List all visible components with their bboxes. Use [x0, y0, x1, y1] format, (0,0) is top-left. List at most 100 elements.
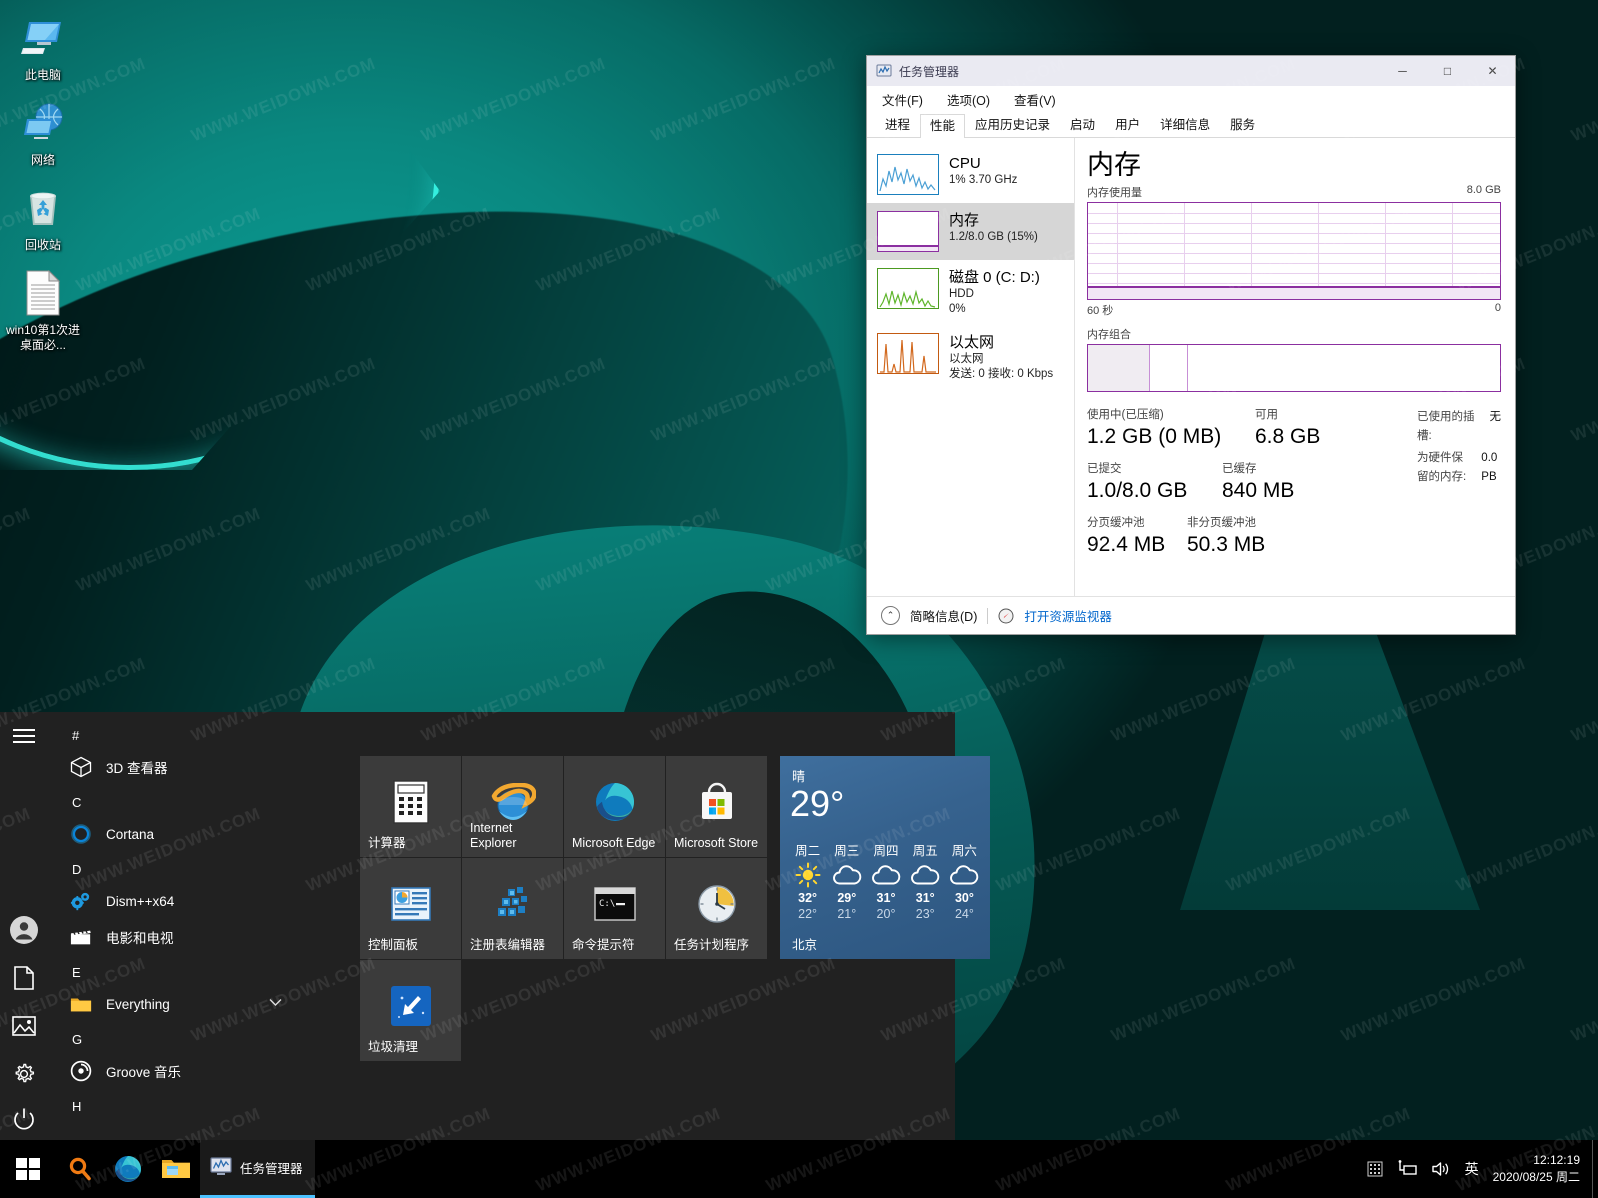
power-icon[interactable]	[0, 1098, 48, 1140]
control-panel-icon	[390, 880, 431, 928]
tile-label: 计算器	[368, 836, 406, 850]
tile-calculator[interactable]: 计算器	[360, 756, 461, 857]
taskbar-clock[interactable]: 12:12:19 2020/08/25 周二	[1485, 1152, 1592, 1186]
sidebar-item-label: 磁盘 0 (C: D:)	[949, 269, 1040, 286]
chevron-down-icon[interactable]	[269, 998, 282, 1010]
start-menu[interactable]: # 3D 查看器 C Cortana D Dism++x64 电影和电视 E E…	[0, 712, 990, 1140]
edge-icon[interactable]	[104, 1140, 152, 1198]
tab-users[interactable]: 用户	[1105, 113, 1150, 137]
user-avatar-icon[interactable]	[0, 906, 48, 954]
desktop-icon-recycle-bin[interactable]: 回收站	[0, 176, 86, 261]
tile-internet-explorer[interactable]: Internet Explorer	[462, 756, 563, 857]
sidebar-item-cpu[interactable]: CPU 1% 3.70 GHz	[867, 146, 1074, 203]
start-menu-app-list[interactable]: # 3D 查看器 C Cortana D Dism++x64 电影和电视 E E…	[48, 712, 298, 1140]
tile-registry-editor[interactable]: 注册表编辑器	[462, 858, 563, 959]
gear-icon[interactable]	[0, 1050, 48, 1098]
desktop-icon-label: 网络	[30, 153, 55, 167]
pictures-icon[interactable]	[0, 1002, 48, 1050]
tab-performance[interactable]: 性能	[920, 114, 966, 138]
task-manager-titlebar[interactable]: 任务管理器 ─ □ ✕	[867, 56, 1515, 86]
app-list-item-3d-viewer[interactable]: 3D 查看器	[48, 749, 298, 785]
task-manager-tabs: 进程 性能 应用历史记录 启动 用户 详细信息 服务	[867, 112, 1515, 138]
stat-value: 6.8 GB	[1255, 425, 1321, 448]
forecast-low: 20°	[876, 907, 896, 921]
hidden-icons-icon[interactable]	[1367, 1161, 1383, 1177]
app-list-letter-g[interactable]: G	[48, 1022, 298, 1053]
forecast-low: 21°	[837, 907, 857, 921]
tile-control-panel[interactable]: 控制面板	[360, 858, 461, 959]
open-resource-monitor-link[interactable]: 打开资源监视器	[1024, 606, 1112, 625]
app-list-letter-h[interactable]: H	[48, 1089, 298, 1120]
tab-startup[interactable]: 启动	[1060, 113, 1105, 137]
stat-committed: 已提交 1.0/8.0 GB	[1087, 462, 1222, 504]
app-list-item-dism[interactable]: Dism++x64	[48, 883, 298, 919]
side-stat-key: 为硬件保留的内存:	[1417, 452, 1467, 483]
tab-processes[interactable]: 进程	[875, 113, 920, 137]
stat-available: 可用 6.8 GB	[1255, 408, 1320, 450]
sidebar-item-disk[interactable]: 磁盘 0 (C: D:) HDD 0%	[867, 260, 1074, 325]
document-icon[interactable]	[0, 954, 48, 1002]
tile-weather[interactable]: 晴 29° 周二 32° 22° 周三 29° 21° 周四 31° 20° 周…	[780, 756, 990, 959]
tile-microsoft-store[interactable]: Microsoft Store	[666, 756, 767, 857]
tab-services[interactable]: 服务	[1220, 113, 1265, 137]
close-button[interactable]: ✕	[1470, 56, 1515, 86]
text-file-icon	[2, 267, 84, 319]
volume-icon[interactable]	[1431, 1160, 1451, 1178]
app-list-item-everything[interactable]: Everything	[48, 986, 298, 1022]
network-icon[interactable]	[1397, 1160, 1417, 1178]
task-manager-window[interactable]: 任务管理器 ─ □ ✕ 文件(F) 选项(O) 查看(V) 进程 性能 应用历史…	[866, 55, 1516, 635]
menu-file[interactable]: 文件(F)	[877, 88, 928, 111]
ime-indicator[interactable]: 英	[1465, 1159, 1479, 1179]
folder-icon	[70, 993, 92, 1015]
file-explorer-icon[interactable]	[152, 1140, 200, 1198]
task-manager-icon	[876, 63, 892, 79]
desktop-icon-this-pc[interactable]: 此电脑	[0, 6, 86, 91]
app-list-item-label: Groove 音乐	[106, 1065, 182, 1080]
search-icon[interactable]	[56, 1140, 104, 1198]
app-list-letter-e[interactable]: E	[48, 955, 298, 986]
tile-cleanup[interactable]: 垃圾清理	[360, 960, 461, 1061]
tab-app-history[interactable]: 应用历史记录	[965, 113, 1060, 137]
tile-command-prompt[interactable]: C:\ 命令提示符	[564, 858, 665, 959]
stat-cached: 已缓存 840 MB	[1222, 462, 1294, 504]
menu-options[interactable]: 选项(O)	[942, 88, 995, 111]
sidebar-item-ethernet[interactable]: 以太网 以太网 发送: 0 接收: 0 Kbps	[867, 325, 1074, 390]
app-list-item-label: Everything	[106, 996, 170, 1012]
chevron-up-icon[interactable]: ⌃	[881, 606, 900, 625]
forecast-high: 31°	[915, 891, 935, 905]
movies-tv-icon	[70, 926, 92, 948]
page-title: 内存	[1087, 150, 1141, 180]
hamburger-icon[interactable]	[0, 712, 48, 760]
graph-time-right: 0	[1494, 302, 1501, 314]
app-list-item-cortana[interactable]: Cortana	[48, 816, 298, 852]
maximize-button[interactable]: □	[1425, 56, 1470, 86]
side-stat-value: 0.0 PB	[1481, 452, 1498, 483]
footer-divider	[987, 607, 989, 624]
minimize-button[interactable]: ─	[1380, 56, 1425, 86]
sidebar-item-memory[interactable]: 内存 1.2/8.0 GB (15%)	[867, 203, 1074, 260]
recycle-bin-icon	[2, 182, 84, 234]
system-tray: 英	[1367, 1159, 1485, 1179]
app-list-letter-c[interactable]: C	[48, 785, 298, 816]
desktop-icon-list: 此电脑 网络 回收站 win10第1次进桌面必...	[0, 6, 86, 361]
tile-task-scheduler[interactable]: 任务计划程序	[666, 858, 767, 959]
app-list-letter-d[interactable]: D	[48, 852, 298, 883]
fewer-details-button[interactable]: 简略信息(D)	[910, 606, 977, 625]
tile-microsoft-edge[interactable]: Microsoft Edge	[564, 756, 665, 857]
stat-paged-pool: 分页缓冲池 92.4 MB	[1087, 516, 1187, 558]
task-scheduler-icon	[697, 880, 737, 928]
app-list-item-movies-tv[interactable]: 电影和电视	[48, 919, 298, 955]
app-list-item-groove-music[interactable]: Groove 音乐	[48, 1053, 298, 1089]
menu-view[interactable]: 查看(V)	[1009, 88, 1061, 111]
tile-label: Internet Explorer	[470, 821, 517, 850]
tab-details[interactable]: 详细信息	[1150, 113, 1220, 137]
cleanup-icon	[390, 982, 432, 1030]
taskbar-task-task-manager[interactable]: 任务管理器	[200, 1140, 315, 1198]
app-list-letter-hash[interactable]: #	[48, 718, 298, 749]
forecast-day-name: 周二	[795, 844, 821, 858]
desktop-icon-text-file[interactable]: win10第1次进桌面必...	[0, 261, 86, 361]
sidebar-item-sub: 1% 3.70 GHz	[949, 174, 1018, 186]
start-button[interactable]	[0, 1140, 56, 1198]
desktop-icon-network[interactable]: 网络	[0, 91, 86, 176]
show-desktop-button[interactable]	[1592, 1140, 1598, 1198]
